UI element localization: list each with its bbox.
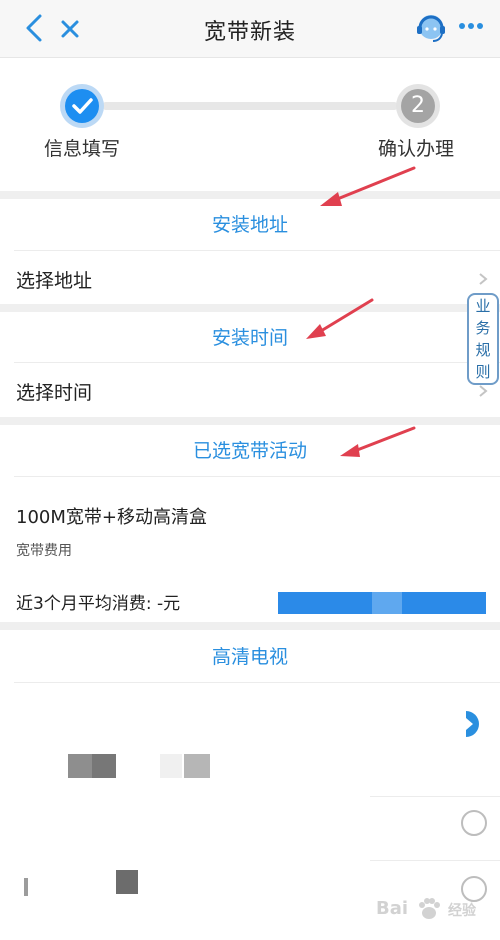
section-divider <box>0 304 500 312</box>
step2-label: 确认办理 <box>378 138 455 160</box>
divider <box>14 250 500 251</box>
redacted-block <box>184 754 210 778</box>
divider <box>14 476 500 477</box>
divider <box>370 860 500 861</box>
redacted-block <box>92 754 116 778</box>
select-time-row[interactable]: 选择时间 <box>16 378 92 405</box>
chevron-right-icon <box>479 273 488 285</box>
side-tab-char: 务 <box>475 319 491 337</box>
section-divider <box>0 417 500 425</box>
hd-tv-title: 高清电视 <box>211 646 288 668</box>
divider <box>14 682 500 683</box>
avg-spend-text: 近3个月平均消费: -元 <box>16 594 181 614</box>
redacted-block <box>160 754 182 778</box>
paw-icon <box>419 898 440 919</box>
header-bar: 宽带新装 <box>0 0 500 58</box>
side-tab-char: 规 <box>475 341 491 359</box>
radio-selected-icon[interactable] <box>460 708 488 740</box>
broadband-fee-label: 宽带费用 <box>16 543 72 559</box>
chevron-right-icon <box>479 385 488 397</box>
side-tab-char: 业 <box>475 297 491 315</box>
step2-number: 2 <box>401 89 435 123</box>
section-divider <box>0 622 500 630</box>
select-address-row[interactable]: 选择地址 <box>16 266 92 293</box>
watermark-brand: Bai <box>376 898 409 919</box>
side-tab-char: 则 <box>475 363 491 381</box>
package-name: 100M宽带+移动高清盒 <box>16 507 207 528</box>
customer-service-icon[interactable] <box>414 10 448 46</box>
business-rules-tab[interactable]: 业 务 规 则 <box>467 293 499 385</box>
step1-indicator <box>60 84 104 128</box>
step2-indicator: 2 <box>396 84 440 128</box>
more-dots-icon[interactable] <box>458 20 484 32</box>
progress-steps: 2 信息填写 确认办理 <box>0 58 500 191</box>
baidu-watermark: Bai 经验 <box>376 890 486 926</box>
step-progress-line <box>102 102 398 110</box>
watermark-suffix: 经验 <box>448 903 476 919</box>
divider <box>370 796 500 797</box>
selected-activity-title: 已选宽带活动 <box>192 440 307 462</box>
redacted-bar <box>278 592 486 614</box>
check-icon <box>72 98 93 114</box>
radio-option[interactable] <box>461 810 487 836</box>
redacted-block <box>116 870 138 894</box>
divider <box>14 362 500 363</box>
install-time-title: 安装时间 <box>211 327 288 349</box>
install-address-title: 安装地址 <box>211 214 288 236</box>
redacted-block <box>24 878 28 896</box>
section-divider <box>0 191 500 199</box>
step1-label: 信息填写 <box>44 138 121 160</box>
